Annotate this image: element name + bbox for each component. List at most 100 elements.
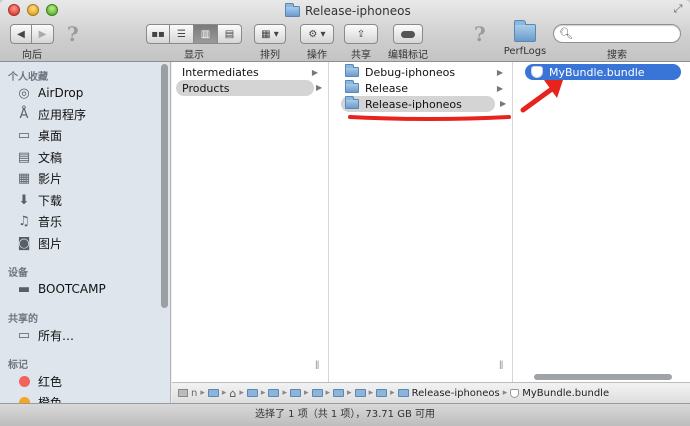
sidebar-item-label: 音乐	[38, 214, 63, 229]
chevron-right-icon: ▶	[38, 28, 47, 40]
item-label: Debug-iphoneos	[365, 65, 456, 79]
back-label: 向后	[22, 50, 42, 61]
edit-tags-button[interactable]	[393, 24, 423, 44]
folder-icon[interactable]	[376, 389, 388, 397]
sidebar-item-label: 下载	[38, 193, 63, 208]
bundle-icon[interactable]	[510, 388, 520, 398]
chevron-right-icon: ▶	[496, 67, 503, 77]
sidebar-item-downloads[interactable]: ⬇ 下载	[16, 190, 62, 210]
sidebar-item-applications[interactable]: Å 应用程序	[16, 104, 86, 124]
drive-short-label[interactable]: n	[191, 388, 197, 399]
sidebar-item-bootcamp[interactable]: ▬ BOOTCAMP	[16, 279, 106, 299]
sidebar-item-airdrop[interactable]: ◎ AirDrop	[16, 83, 83, 103]
list-item-selected[interactable]: MyBundle.bundle	[525, 64, 681, 80]
sidebar-item-music[interactable]: ♫ 音乐	[16, 211, 62, 231]
zoom-window-button[interactable]	[46, 4, 58, 16]
devices-header: 设备	[8, 268, 28, 279]
item-label: Release-iphoneos	[365, 97, 462, 111]
minimize-window-button[interactable]	[27, 4, 39, 16]
folder-icon[interactable]	[289, 389, 301, 397]
list-item[interactable]: Debug-iphoneos ▶	[341, 64, 509, 80]
drive-icon[interactable]	[178, 389, 188, 397]
sidebar-item-all-shared[interactable]: ▭ 所有…	[16, 325, 74, 345]
help-icon-2[interactable]: ?	[474, 22, 486, 46]
sidebar-item-label: 图片	[38, 236, 63, 251]
sidebar-item-label: 红色	[38, 374, 63, 389]
path-separator-icon: ▸	[502, 388, 508, 398]
back-button[interactable]: ◀	[10, 24, 32, 44]
action-button[interactable]: ⚙ ▾	[300, 24, 334, 44]
list-item[interactable]: Intermediates ▶	[176, 64, 324, 80]
folder-icon[interactable]	[246, 389, 258, 397]
item-label: Release	[365, 81, 408, 95]
path-separator-icon: ▸	[303, 388, 309, 398]
edit-tags-group	[393, 24, 423, 44]
sidebar-item-documents[interactable]: ▤ 文稿	[16, 147, 62, 167]
search-input[interactable]	[575, 28, 676, 39]
list-item[interactable]: Release ▶	[341, 80, 509, 96]
forward-button[interactable]: ▶	[32, 24, 54, 44]
sidebar-item-pictures[interactable]: ◙ 图片	[16, 233, 62, 253]
view-mode-group: ▪▪ ☰ ▥ ▤	[146, 24, 242, 44]
list-item-selected[interactable]: Products	[176, 80, 314, 96]
network-icon: ▭	[17, 327, 31, 343]
view-label: 显示	[184, 50, 204, 61]
home-icon[interactable]: ⌂	[229, 387, 236, 400]
folder-icon	[345, 80, 359, 93]
search-label: 搜索	[607, 50, 627, 61]
edit-tags-label: 编辑标记	[388, 50, 428, 61]
toolbar: Release-iphoneos ⤢ ◀ ▶ 向后 ? ▪▪ ☰ ▥ ▤ 显示 …	[0, 0, 690, 62]
column-resize-grip[interactable]: ǁ	[499, 360, 503, 370]
folder-icon[interactable]	[397, 389, 409, 397]
folder-icon	[285, 2, 300, 17]
perflogs-folder-icon[interactable]	[514, 20, 536, 42]
gear-icon: ⚙ ▾	[308, 28, 326, 40]
sidebar-item-label: 桌面	[38, 128, 63, 143]
path-separator-icon: ▸	[368, 388, 374, 398]
coverflow-view-button[interactable]: ▤	[218, 24, 242, 44]
column-resize-grip[interactable]: ǁ	[315, 360, 319, 370]
search-field[interactable]: 🔍︎	[553, 24, 681, 43]
list-item-selected[interactable]: Release-iphoneos	[341, 96, 495, 112]
applications-icon: Å	[19, 106, 29, 122]
icon-view-button[interactable]: ▪▪	[146, 24, 170, 44]
folder-icon[interactable]	[354, 389, 366, 397]
sidebar-item-tag-red[interactable]: 红色	[16, 371, 62, 391]
list-view-button[interactable]: ☰	[170, 24, 194, 44]
help-icon[interactable]: ?	[67, 22, 79, 46]
close-window-button[interactable]	[8, 4, 20, 16]
sidebar-item-label: 应用程序	[38, 107, 87, 122]
drive-icon: ▬	[17, 281, 31, 297]
sidebar-item-movies[interactable]: ▦ 影片	[16, 168, 62, 188]
column-3: MyBundle.bundle	[513, 62, 690, 382]
arrange-button[interactable]: ▦ ▾	[254, 24, 286, 44]
path-bundle-label[interactable]: MyBundle.bundle	[522, 388, 609, 399]
chevron-right-icon: ▶	[500, 99, 507, 108]
share-button[interactable]: ⇪	[344, 24, 378, 44]
perflogs-label: PerfLogs	[503, 46, 547, 57]
sidebar-item-label: BOOTCAMP	[38, 282, 106, 296]
column-view-button[interactable]: ▥	[194, 24, 218, 44]
path-bar: n ▸ ▸ ⌂ ▸ ▸ ▸ ▸ ▸ ▸ ▸ ▸ Release-iphoneos…	[172, 382, 690, 403]
chevron-right-icon: ▶	[316, 83, 323, 92]
folder-icon[interactable]	[333, 389, 345, 397]
sidebar-scrollbar[interactable]	[161, 64, 168, 308]
tag-icon	[401, 30, 415, 38]
favorites-header: 个人收藏	[8, 72, 48, 83]
item-label: MyBundle.bundle	[549, 65, 645, 79]
sidebar-item-label: 影片	[38, 171, 63, 186]
folder-icon[interactable]	[311, 389, 323, 397]
finder-window: Release-iphoneos ⤢ ◀ ▶ 向后 ? ▪▪ ☰ ▥ ▤ 显示 …	[0, 0, 690, 426]
shared-header: 共享的	[8, 314, 38, 325]
path-separator-icon: ▸	[347, 388, 352, 398]
sidebar-item-tag-orange[interactable]: 橙色	[16, 392, 62, 403]
desktop-icon: ▭	[17, 127, 31, 143]
item-label: Products	[182, 81, 230, 95]
folder-icon[interactable]	[268, 389, 280, 397]
fullscreen-icon[interactable]: ⤢	[672, 3, 684, 15]
sidebar-item-desktop[interactable]: ▭ 桌面	[16, 125, 62, 145]
path-folder-label[interactable]: Release-iphoneos	[412, 388, 500, 399]
folder-icon[interactable]	[207, 389, 219, 397]
window-title: Release-iphoneos	[285, 2, 411, 19]
horizontal-scrollbar[interactable]	[534, 374, 672, 380]
